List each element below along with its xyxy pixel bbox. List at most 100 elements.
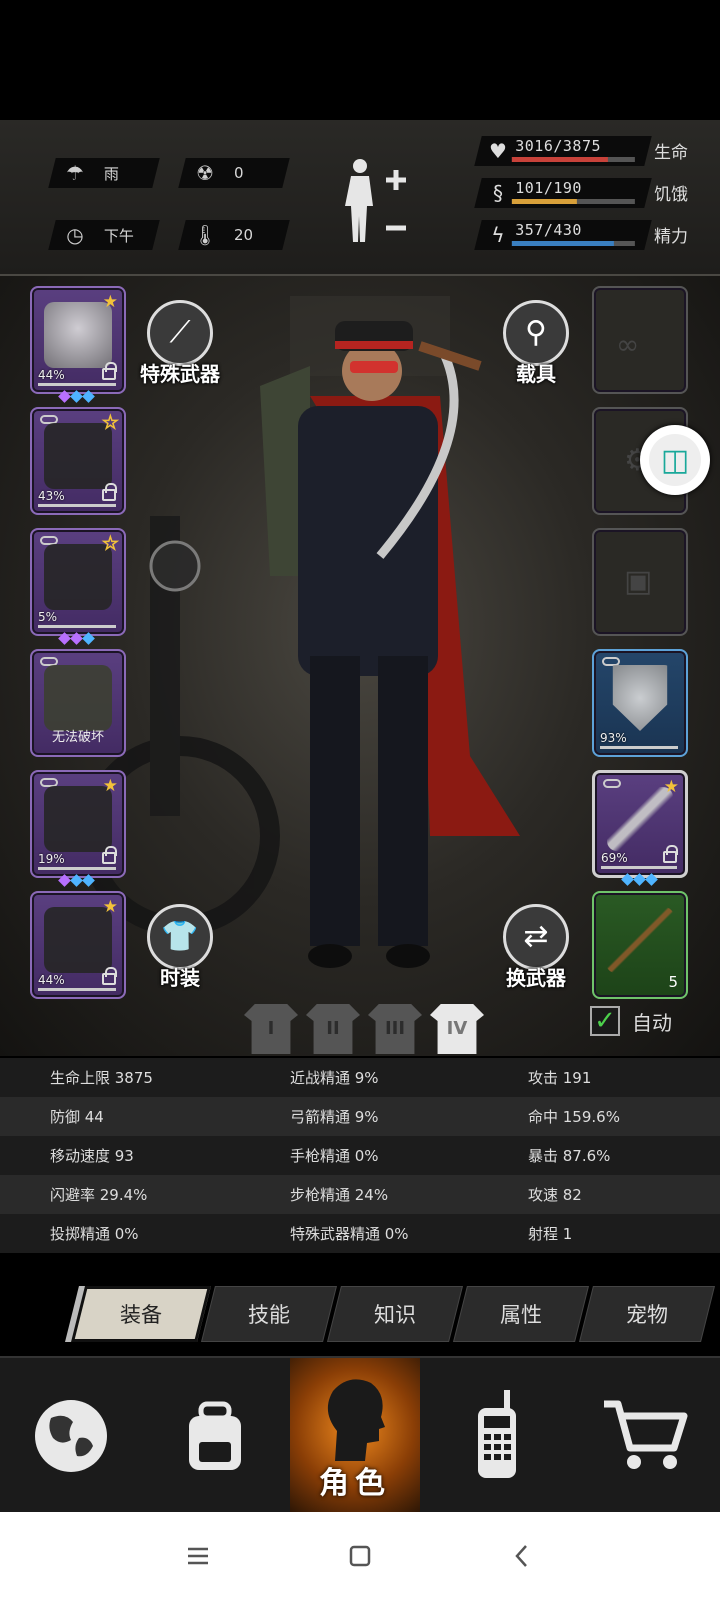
tab-equipment[interactable]: 装备 — [71, 1286, 211, 1342]
home-button[interactable] — [338, 1534, 382, 1578]
durability-bar — [38, 383, 116, 386]
tab-attributes[interactable]: 属性 — [453, 1286, 589, 1342]
boots-slot[interactable]: ★ 44% — [30, 891, 126, 999]
energy-value: 357/430 — [515, 221, 582, 239]
tab-skills[interactable]: 技能 — [201, 1286, 337, 1342]
body-status-button[interactable] — [340, 154, 410, 246]
shield-slot[interactable]: 93% — [592, 649, 688, 757]
stat-cell: 射程 1 — [528, 1225, 573, 1243]
helmet-slot[interactable]: ★ 44% — [30, 286, 126, 403]
nav-character-label: 角色 — [319, 1466, 391, 1501]
stat-cell: 暴击 87.6% — [528, 1147, 611, 1165]
outfit-tab-3[interactable]: III — [368, 1004, 422, 1054]
durability-text: 69% — [601, 851, 628, 865]
switch-weapon-button[interactable]: ⇄ 换武器 — [476, 904, 596, 991]
health-stat: ♥ 3016/3875 — [474, 136, 652, 166]
jacket-slot[interactable]: ★ 5% — [30, 528, 126, 645]
star-icon: ★ — [102, 897, 118, 917]
tab-label: 宠物 — [626, 1303, 668, 1327]
stat-cell: 命中 159.6% — [528, 1108, 620, 1126]
pants-slot[interactable]: ★ 19% — [30, 770, 126, 887]
gem-icon — [82, 632, 95, 645]
game-screen: { "status": { "weather": "雨", "radiation… — [0, 0, 720, 1600]
durability-text: 44% — [38, 973, 65, 987]
character-scene: ★ 44% ★ 43% ★ 5% 无法破坏 ★ 19% ★ 44% ∞ ⚙ ▣ … — [0, 276, 720, 1056]
globe-icon — [35, 1400, 107, 1472]
energy-stat: ϟ 357/430 — [474, 220, 652, 250]
nav-world-map[interactable] — [0, 1358, 142, 1514]
shirt-slot[interactable]: ★ 43% — [30, 407, 126, 515]
ammo-slot[interactable]: 5 — [592, 891, 688, 999]
stats-table: 生命上限 3875 近战精通 9% 攻击 191 防御 44 弓箭精通 9% 命… — [0, 1058, 720, 1254]
vehicle-label: 载具 — [516, 362, 556, 386]
gem-icon — [58, 390, 71, 403]
special-weapon-button[interactable]: ⟋ 特殊武器 — [120, 300, 240, 387]
hunger-bar-fill — [511, 199, 578, 204]
health-label: 生命 — [654, 143, 688, 163]
radiation-indicator: ☢ 0 — [178, 158, 290, 188]
hunger-bar — [511, 199, 635, 204]
tab-label: 技能 — [248, 1303, 290, 1327]
tab-pets[interactable]: 宠物 — [579, 1286, 715, 1342]
nav-radio[interactable] — [422, 1358, 570, 1514]
lock-icon — [102, 483, 117, 501]
checkbox[interactable]: ✓ — [590, 1006, 620, 1036]
backpack-slot[interactable]: 无法破坏 — [30, 649, 126, 757]
durability-bar — [38, 867, 116, 870]
nav-shop[interactable] — [570, 1358, 720, 1514]
recent-apps-button[interactable] — [176, 1534, 220, 1578]
energy-label: 精力 — [654, 227, 688, 247]
stat-cell: 攻速 82 — [528, 1186, 582, 1204]
gem-icon — [82, 390, 95, 403]
stats-row: 防御 44 弓箭精通 9% 命中 159.6% — [0, 1097, 720, 1136]
link-icon — [602, 657, 620, 666]
back-button[interactable] — [500, 1534, 544, 1578]
gem-icon — [633, 873, 646, 886]
radiation-value: 0 — [234, 164, 244, 182]
bag-icon: ▣ — [624, 564, 653, 599]
gem-icon — [70, 874, 83, 887]
durability-text: 5% — [38, 610, 58, 624]
bag-slot[interactable]: ▣ — [592, 528, 688, 636]
nav-character[interactable]: 角色 — [290, 1358, 420, 1514]
stats-row: 移动速度 93 手枪精通 0% 暴击 87.6% — [0, 1136, 720, 1175]
floating-assistant-button[interactable]: ◫ — [640, 425, 710, 495]
glasses-slot[interactable]: ∞ — [592, 286, 688, 394]
durability-text: 93% — [600, 731, 627, 745]
backpack-nav-icon — [188, 1401, 241, 1470]
outfit-tab-2[interactable]: II — [306, 1004, 360, 1054]
gem-sockets — [58, 874, 95, 887]
status-bar: ☂ 雨 ☢ 0 ◷ 下午 🌡 20 ♥ 3016/3875 生命 § 101/1… — [0, 120, 720, 276]
auto-toggle[interactable]: ✓ 自动 — [590, 1006, 672, 1036]
head-silhouette-icon — [327, 1379, 385, 1461]
glasses-icon: ∞ — [616, 328, 640, 361]
tab-label: 属性 — [500, 1303, 542, 1327]
durability-text: 43% — [38, 489, 65, 503]
lock-icon — [663, 845, 678, 863]
hunger-label: 饥饿 — [654, 185, 688, 205]
temperature-value: 20 — [234, 226, 254, 244]
tab-knowledge[interactable]: 知识 — [327, 1286, 463, 1342]
vehicle-button[interactable]: ⚲ 载具 — [476, 300, 596, 387]
stats-row: 闪避率 29.4% 步枪精通 24% 攻速 82 — [0, 1175, 720, 1214]
outfit-tab-4[interactable]: IV — [430, 1004, 484, 1054]
hunger-value: 101/190 — [515, 179, 582, 197]
clock-icon: ◷ — [66, 223, 84, 247]
stat-cell: 移动速度 93 — [50, 1147, 134, 1165]
radio-icon — [478, 1390, 516, 1478]
outfit-tab-1[interactable]: I — [244, 1004, 298, 1054]
weapon-slot[interactable]: ★ 69% — [592, 770, 688, 886]
unbreakable-label: 无法破坏 — [51, 730, 104, 745]
health-bar — [511, 157, 635, 162]
lock-icon — [102, 846, 117, 864]
fashion-button[interactable]: 👕 时装 — [120, 904, 240, 991]
gem-icon — [82, 874, 95, 887]
gem-icon — [70, 632, 83, 645]
health-value: 3016/3875 — [515, 137, 602, 155]
heart-icon: ♥ — [489, 139, 507, 163]
menu-lines-icon — [188, 1547, 208, 1565]
weather-indicator: ☂ 雨 — [48, 158, 160, 188]
bottom-nav: 角色 — [0, 1356, 720, 1514]
shield-icon — [612, 665, 668, 731]
nav-inventory[interactable] — [142, 1358, 287, 1514]
